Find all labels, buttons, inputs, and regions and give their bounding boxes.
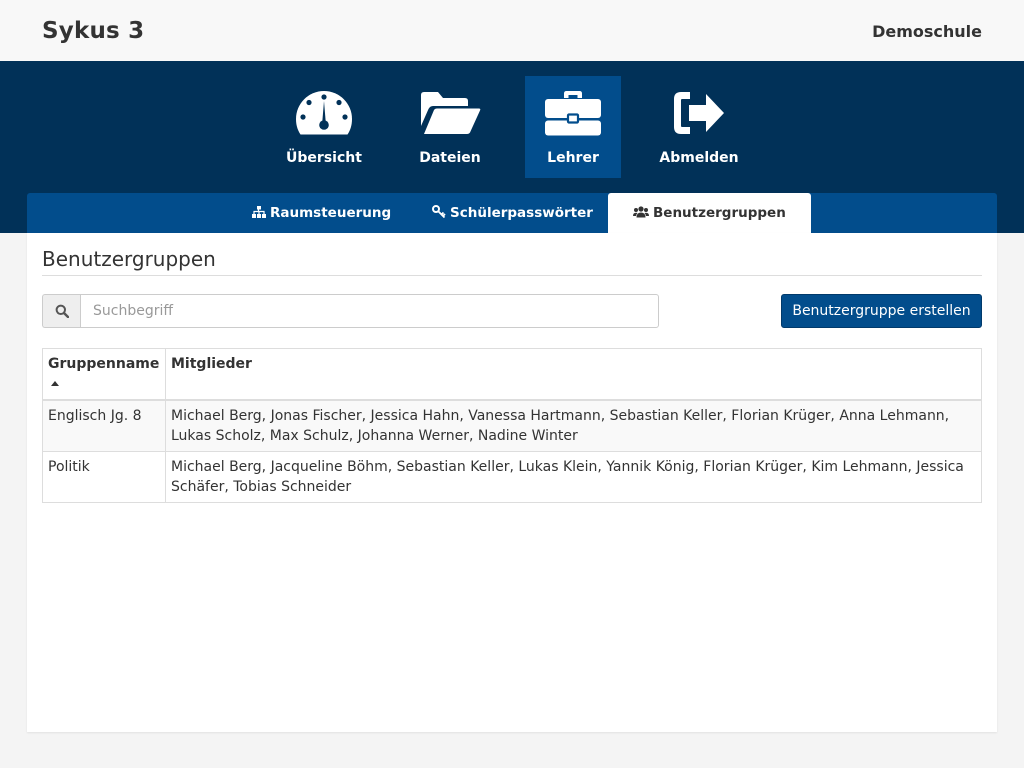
nav-item-abmelden[interactable]: Abmelden — [651, 76, 747, 178]
dashboard-icon — [296, 91, 352, 135]
nav-item-dateien[interactable]: Dateien — [402, 76, 498, 178]
nav-label: Übersicht — [286, 150, 362, 166]
nav-label: Lehrer — [547, 150, 599, 166]
table-row[interactable]: Politik Michael Berg, Jacqueline Böhm, S… — [42, 451, 982, 503]
group-name-cell: Englisch Jg. 8 — [42, 399, 166, 452]
top-bar: Sykus 3 Demoschule — [0, 0, 1024, 61]
sign-out-icon — [674, 92, 724, 134]
search-group — [42, 294, 659, 328]
nav-item-lehrer[interactable]: Lehrer — [525, 76, 621, 178]
briefcase-icon — [545, 91, 601, 136]
members-cell: Michael Berg, Jacqueline Böhm, Sebastian… — [165, 451, 982, 503]
folder-open-icon — [421, 92, 481, 134]
main-navigation: Übersicht Dateien Lehrer Abmelden Raumst… — [0, 61, 1024, 233]
content-panel: Benutzergruppen Benutzergruppe erstellen… — [27, 233, 997, 732]
tab-schuelerpasswoerter[interactable]: Schülerpasswörter — [407, 193, 618, 233]
users-icon — [633, 206, 649, 218]
tab-raumsteuerung[interactable]: Raumsteuerung — [227, 193, 416, 233]
table-header-row: Gruppenname Mitglieder — [42, 348, 982, 401]
tab-label: Benutzergruppen — [653, 205, 786, 221]
create-group-button[interactable]: Benutzergruppe erstellen — [781, 294, 982, 328]
key-icon — [432, 205, 446, 218]
table-row[interactable]: Englisch Jg. 8 Michael Berg, Jonas Fisch… — [42, 399, 982, 452]
app-title[interactable]: Sykus 3 — [42, 18, 144, 44]
sort-ascending-icon — [51, 381, 59, 386]
tab-label: Raumsteuerung — [270, 205, 392, 221]
groups-table: Gruppenname Mitglieder Englisch Jg. 8 Mi… — [42, 348, 982, 503]
search-icon — [55, 304, 69, 318]
group-name-cell: Politik — [42, 451, 166, 503]
column-label: Gruppenname — [48, 356, 160, 372]
sitemap-icon — [252, 206, 266, 218]
school-name: Demoschule — [872, 22, 982, 41]
members-cell: Michael Berg, Jonas Fischer, Jessica Hah… — [165, 399, 982, 452]
nav-item-uebersicht[interactable]: Übersicht — [276, 76, 372, 178]
sub-navigation: Raumsteuerung Schülerpasswörter Benutzer… — [27, 193, 997, 233]
search-input[interactable] — [80, 294, 659, 328]
page-title: Benutzergruppen — [42, 247, 982, 276]
search-addon — [42, 294, 80, 328]
tab-label: Schülerpasswörter — [450, 205, 593, 221]
tab-benutzergruppen[interactable]: Benutzergruppen — [608, 193, 811, 233]
nav-label: Abmelden — [659, 150, 739, 166]
nav-label: Dateien — [419, 150, 481, 166]
column-header-mitglieder[interactable]: Mitglieder — [165, 348, 982, 401]
column-header-gruppenname[interactable]: Gruppenname — [42, 348, 166, 401]
